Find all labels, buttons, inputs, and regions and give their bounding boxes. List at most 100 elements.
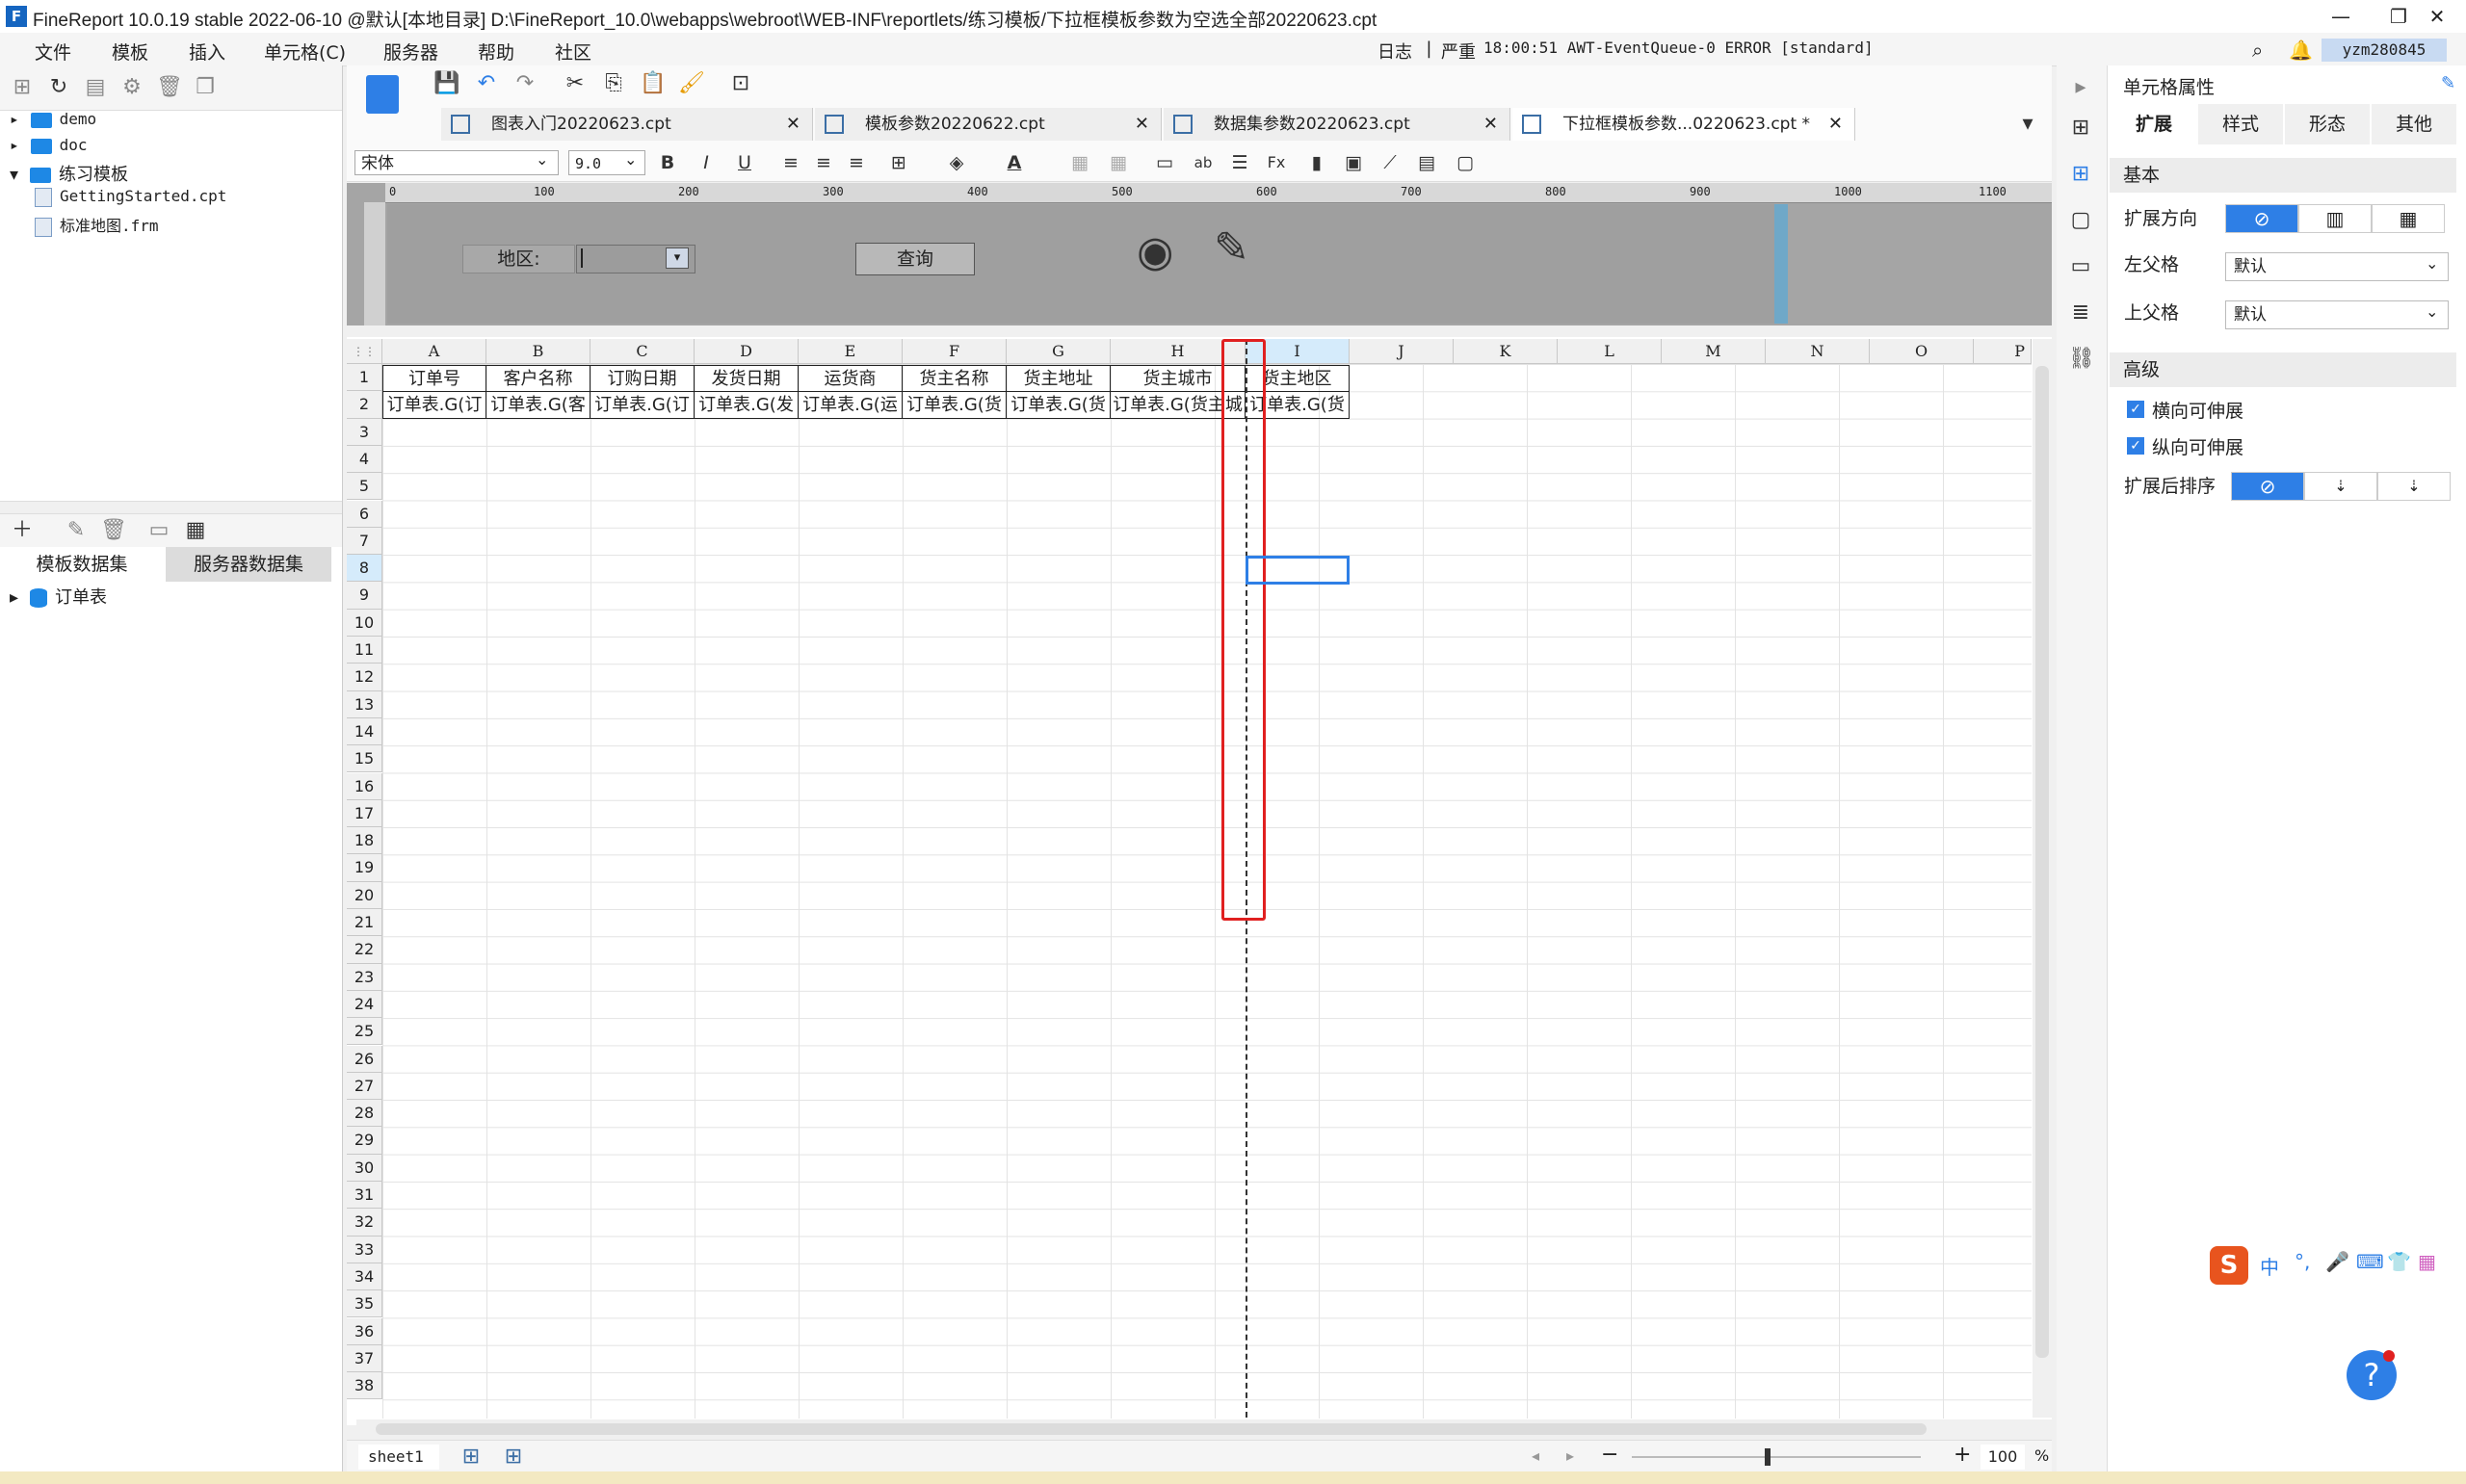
menu-community[interactable]: 社区 [555, 39, 591, 65]
bell-icon[interactable]: 🔔 [2289, 39, 2313, 62]
column-header[interactable]: J [1350, 339, 1454, 364]
row-header[interactable]: 9 [347, 582, 382, 610]
menu-file[interactable]: 文件 [35, 39, 71, 65]
row-header[interactable]: 33 [347, 1236, 382, 1263]
row-header[interactable]: 38 [347, 1372, 382, 1400]
tree-item-gettingstarted[interactable]: GettingStarted.cpt [10, 187, 226, 212]
section-basic[interactable]: 基本 [2110, 158, 2456, 193]
menu-template[interactable]: 模板 [112, 39, 148, 65]
tree-item-practice[interactable]: ▾ 练习模板 [10, 161, 128, 186]
edit-pencil-icon[interactable]: ✎ [1214, 223, 1249, 273]
row-header[interactable]: 26 [347, 1045, 382, 1073]
font-color-icon[interactable]: A [1002, 150, 1027, 175]
column-header[interactable]: O [1870, 339, 1974, 364]
column-header[interactable]: G [1007, 339, 1111, 364]
cell-e2[interactable]: 订单表.G(运 [799, 392, 903, 419]
cell-a1[interactable]: 订单号 [382, 365, 486, 392]
cell-b1[interactable]: 客户名称 [486, 365, 590, 392]
query-button[interactable]: 查询 [855, 243, 975, 275]
selected-cell[interactable] [1246, 556, 1350, 585]
column-header[interactable]: K [1454, 339, 1558, 364]
dropdown-arrow-icon[interactable]: ▾ [666, 247, 689, 269]
chevron-down-icon[interactable]: ⌄ [2426, 302, 2438, 321]
row-header[interactable]: 24 [347, 990, 382, 1019]
subreport-icon[interactable]: ▤ [1414, 150, 1439, 175]
row-header[interactable]: 19 [347, 854, 382, 882]
row-header[interactable]: 12 [347, 664, 382, 691]
vertical-scrollbar[interactable] [2033, 339, 2052, 1418]
tab-other[interactable]: 其他 [2372, 104, 2456, 144]
chevron-down-icon[interactable]: ⌄ [536, 150, 548, 169]
left-parent-select[interactable]: 默认 [2225, 252, 2449, 281]
condition-attr-icon[interactable]: ≣ [2068, 300, 2093, 325]
scroll-thumb[interactable] [376, 1423, 1927, 1435]
error-message[interactable]: 18:00:51 AWT-EventQueue-0 ERROR [standar… [1483, 39, 1874, 57]
chevron-down-icon[interactable]: ⌄ [624, 150, 637, 169]
open-icon[interactable]: ▤ [83, 75, 108, 100]
tab-template-dataset[interactable]: 模板数据集 [0, 547, 164, 582]
lock-icon[interactable]: ⚙ [119, 75, 144, 100]
align-left-icon[interactable]: ≡ [778, 150, 803, 175]
cell-d1[interactable]: 发货日期 [695, 365, 799, 392]
cut-icon[interactable]: ✂ [563, 71, 588, 96]
sheet-tab[interactable]: sheet1 [358, 1445, 439, 1470]
tree-item-doc[interactable]: ▸ doc [10, 136, 88, 161]
row-header[interactable]: 16 [347, 772, 382, 800]
row-header[interactable]: 6 [347, 500, 382, 528]
cell-element-icon[interactable]: ⊞ [2068, 162, 2093, 187]
row-header[interactable]: 31 [347, 1182, 382, 1210]
zoom-slider[interactable] [1632, 1448, 1921, 1466]
column-header[interactable]: N [1766, 339, 1870, 364]
align-right-icon[interactable]: ≡ [844, 150, 869, 175]
text-icon[interactable]: ab [1191, 150, 1216, 175]
float-element-icon[interactable]: ▢ [1453, 150, 1478, 175]
row-header[interactable]: 23 [347, 963, 382, 991]
text-field-icon[interactable]: ▭ [1152, 150, 1177, 175]
row-header[interactable]: 2 [347, 391, 382, 419]
underline-icon[interactable]: U [732, 150, 757, 175]
align-center-icon[interactable]: ≡ [811, 150, 836, 175]
expand-horizontal-button[interactable]: ▦ [2372, 204, 2445, 233]
merge-icon[interactable]: ▦ [1067, 150, 1092, 175]
cell-g1[interactable]: 货主地址 [1007, 365, 1111, 392]
select-all-corner[interactable]: ⋮⋮ [347, 339, 382, 364]
row-header[interactable]: 8 [347, 555, 382, 583]
panel-resize-handle[interactable] [1774, 204, 1788, 324]
row-header[interactable]: 10 [347, 609, 382, 637]
row-header[interactable]: 28 [347, 1100, 382, 1128]
row-header[interactable]: 27 [347, 1072, 382, 1101]
tab-dropdown-param[interactable]: 下拉框模板参数...0220623.cpt * ✕ [1512, 108, 1855, 141]
column-header[interactable]: P [1974, 339, 2032, 364]
refresh-icon[interactable]: ↻ [46, 75, 71, 100]
sort-desc-button[interactable]: ⇣ [2377, 472, 2451, 501]
row-header[interactable]: 18 [347, 827, 382, 855]
sort-asc-button[interactable]: ⇣ [2304, 472, 2377, 501]
h-expand-checkbox[interactable]: ✓ [2127, 401, 2144, 418]
menu-server[interactable]: 服务器 [383, 39, 438, 65]
row-header[interactable]: 21 [347, 909, 382, 937]
ime-apps-icon[interactable]: ▦ [2418, 1250, 2436, 1273]
float-attr-icon[interactable]: ▢ [2068, 208, 2093, 233]
row-header[interactable]: 17 [347, 799, 382, 828]
ime-skin-icon[interactable]: 👕 [2387, 1250, 2411, 1273]
chart-icon[interactable]: ▮ [1304, 150, 1329, 175]
param-region-label[interactable]: 地区: [462, 245, 575, 273]
horizontal-scrollbar[interactable] [356, 1419, 2052, 1439]
user-badge[interactable]: yzm280845 [2322, 39, 2447, 62]
v-expand-checkbox[interactable]: ✓ [2127, 437, 2144, 455]
undo-icon[interactable]: ↶ [474, 71, 499, 96]
row-header[interactable]: 22 [347, 936, 382, 964]
tab-list-icon[interactable]: ▾ [2015, 112, 2040, 137]
tree-item-map[interactable]: 标准地图.frm [10, 213, 159, 238]
template-web-icon[interactable]: ⊡ [728, 71, 753, 96]
edit-icon[interactable]: ✎ [64, 518, 89, 543]
row-header[interactable]: 20 [347, 881, 382, 909]
dataset-manage-icon[interactable]: ▦ [183, 518, 208, 543]
close-tab-icon[interactable]: ✕ [786, 108, 800, 141]
copy-cell-icon[interactable]: ⎘ [601, 71, 626, 96]
row-header[interactable]: 15 [347, 745, 382, 773]
border-icon[interactable]: ⊞ [886, 150, 911, 175]
prev-sheet-icon[interactable]: ◂ [1532, 1446, 1539, 1465]
hide-eye-icon[interactable]: ◉ [1137, 227, 1173, 276]
formula-icon[interactable]: Fx [1264, 150, 1289, 175]
